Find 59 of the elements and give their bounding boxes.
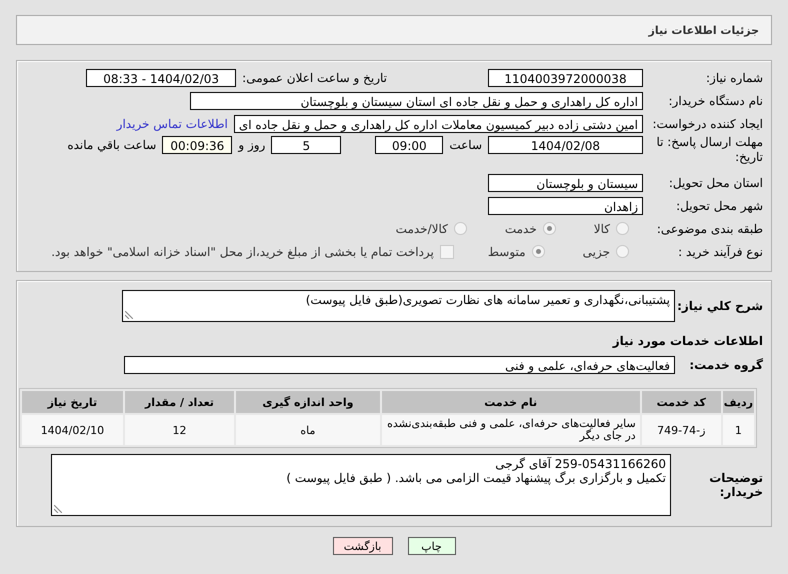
radio-label: کالا <box>594 222 610 236</box>
table-cell: ماه <box>236 415 380 445</box>
radio-label: کالا/خدمت <box>396 222 448 236</box>
field-label: گروه خدمت: <box>688 358 764 372</box>
remaining-time-field: 00:09:36 <box>162 136 232 154</box>
buyer-contact-link[interactable]: اطلاعات تماس خریدار <box>116 116 228 130</box>
column-header: ردیف <box>722 391 754 413</box>
table-cell: 1 <box>722 415 754 445</box>
field-label: شهر محل تحویل: <box>675 198 764 212</box>
table-cell: 1404/02/10 <box>22 415 123 445</box>
radio-button[interactable] <box>616 245 629 258</box>
remaining-label: ساعت باقي مانده <box>67 138 156 152</box>
field-label: نام دستگاه خریدار: <box>668 94 764 108</box>
page-title: جزئیات اطلاعات نیاز <box>648 24 759 36</box>
buyer-org-field: اداره کل راهداری و حمل و نقل جاده ای استان سیستان و بلوچستان <box>190 92 643 110</box>
radio-label: متوسط <box>488 244 526 258</box>
province-field: سیستان و بلوچستان <box>488 174 643 192</box>
table-cell: ز-74-749 <box>642 415 721 445</box>
field-label: طبقه بندی موضوعی: <box>656 222 764 236</box>
radio-button[interactable] <box>454 222 467 235</box>
table-cell: سایر فعالیت‌های حرفه‌ای، علمی و فنی طبقه‌بندی‌نشده در جای دیگر <box>382 415 640 445</box>
section-heading: اطلاعات خدمات مورد نیاز <box>611 334 763 348</box>
column-header: واحد اندازه گیری <box>236 391 380 413</box>
buyer-notes-field: 259-05431166260 آقای گرجی تکمیل و بارگزاری برگ پیشنهاد قیمت الزامی می باشد. ( طبق فایل پیوست ) <box>51 454 671 516</box>
field-label: توضیحات خریدار: <box>708 471 764 499</box>
back-button[interactable]: بازگشت <box>332 537 392 555</box>
field-label: ایجاد کننده درخواست: <box>651 116 764 130</box>
field-label: نوع فرآیند خرید : <box>677 244 764 258</box>
radio-button[interactable] <box>532 245 545 258</box>
column-header: کد خدمت <box>642 391 721 413</box>
field-label: تاریخ و ساعت اعلان عمومی: <box>242 70 387 84</box>
days-label: روز و <box>238 138 266 152</box>
checkbox[interactable] <box>440 244 454 258</box>
radio-button[interactable] <box>542 222 556 235</box>
column-header: نام خدمت <box>382 391 640 413</box>
deadline-time-field: 09:00 <box>375 136 444 154</box>
field-label: استان محل تحویل: <box>668 176 764 190</box>
table-cell: 12 <box>124 415 234 445</box>
time-label: ساعت <box>449 138 482 152</box>
radio-label: خدمت <box>504 222 537 236</box>
checkbox-label: پرداخت تمام یا بخشی از مبلغ خرید،از محل "اسناد خزانه اسلامی" خواهد بود. <box>51 244 434 258</box>
field-label: مهلت ارسال پاسخ: تا تاریخ: <box>655 135 764 165</box>
column-header: تاریخ نیاز <box>22 391 123 413</box>
days-field: 5 <box>271 136 342 154</box>
resize-grip-icon[interactable] <box>54 505 62 513</box>
announce-date-field: 1404/02/03 - 08:33 <box>86 68 236 86</box>
resize-grip-icon[interactable] <box>125 311 133 319</box>
need-number-field: 1104003972000038 <box>488 68 643 86</box>
field-label: شماره نیاز: <box>705 70 764 84</box>
column-header: تعداد / مقدار <box>124 391 234 413</box>
requester-field: امین دشتی زاده دبیر کمیسیون معاملات اداره کل راهداری و حمل و نقل جاده ای <box>234 114 643 132</box>
deadline-date-field: 1404/02/08 <box>488 136 643 154</box>
radio-label: جزیی <box>582 244 610 258</box>
field-label: شرح کلي نیاز: <box>676 299 764 313</box>
description-field: پشتیبانی،نگهداری و تعمیر سامانه های نظارت تصویری(طبق فایل پیوست) <box>122 290 675 322</box>
radio-button[interactable] <box>616 222 629 235</box>
print-button[interactable]: چاپ <box>408 537 456 555</box>
city-field: زاهدان <box>488 196 643 214</box>
service-group-field: فعالیت‌های حرفه‌ای، علمی و فنی <box>124 356 675 374</box>
